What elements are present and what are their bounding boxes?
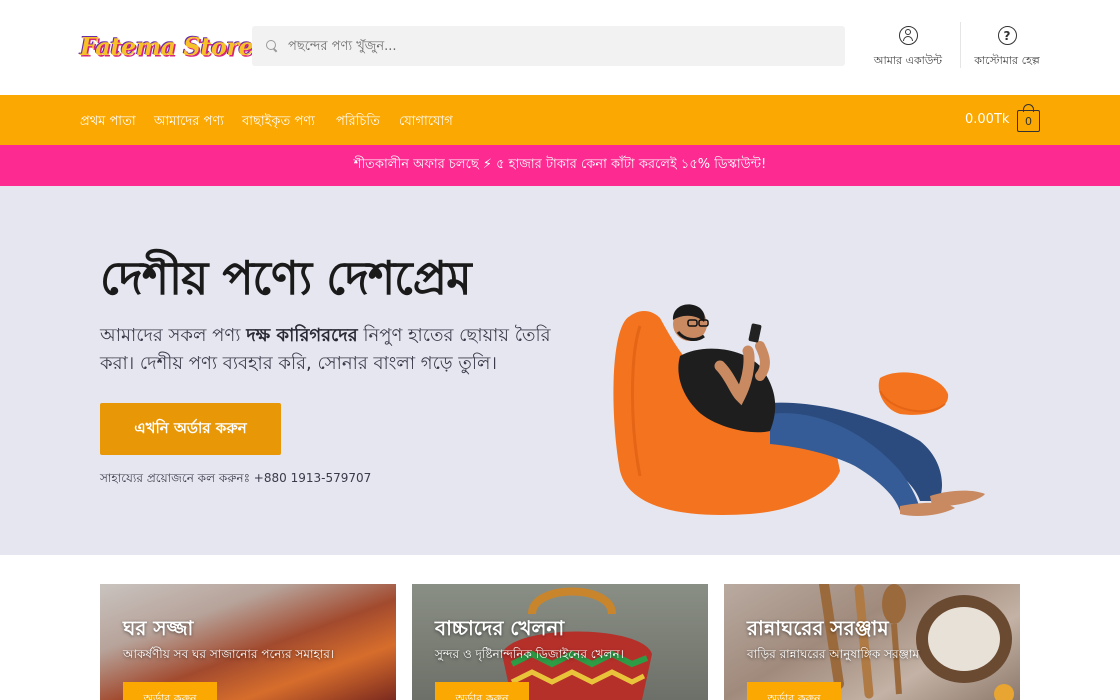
cart-icon[interactable]: 0	[1017, 110, 1040, 132]
main-nav: প্রথম পাতা আমাদের পণ্য বাছাইকৃত পণ্য পরি…	[0, 95, 1120, 145]
nav-item-about[interactable]: পরিচিতি	[336, 112, 380, 133]
hero-description: আমাদের সকল পণ্য দক্ষ কারিগরদের নিপুণ হাত…	[100, 325, 551, 374]
hero-title: দেশীয় পণ্যে দেশপ্রেম	[100, 251, 472, 305]
customer-help-link[interactable]: ? কাস্টোমার হেল্প	[968, 26, 1046, 71]
category-card-home-decor[interactable]: ঘর সজ্জা আকর্ষণীয় সব ঘর সাজানোর পন্যের …	[100, 584, 396, 700]
category-subtitle: বাড়ির রান্নাঘরের আনুষাঙ্গিক সরঞ্জাম	[747, 647, 920, 661]
nav-item-home[interactable]: প্রথম পাতা	[80, 112, 136, 133]
category-card-kitchen[interactable]: রান্নাঘরের সরঞ্জাম বাড়ির রান্নাঘরের আনু…	[724, 584, 1020, 700]
account-label: আমার একাউন্ট	[873, 54, 943, 67]
category-subtitle: সুন্দর ও দৃষ্টিনান্দনিক ডিজাইনের খেলন।	[435, 647, 624, 661]
cart-total[interactable]: 0.00Tk	[965, 112, 1009, 127]
nav-item-products[interactable]: আমাদের পণ্য	[154, 112, 224, 133]
promo-text: শীতকালীন অফার চলছে ⚡ ৫ হাজার টাকার কেনা …	[353, 157, 767, 172]
category-card-kids-toys[interactable]: বাচ্চাদের খেলনা সুন্দর ও দৃষ্টিনান্দনিক …	[412, 584, 708, 700]
store-logo[interactable]: Fatema Store	[80, 30, 254, 62]
site-header: Fatema Store আমার একাউন্ট ? কাস্টোমার হে…	[0, 0, 1120, 95]
category-title: বাচ্চাদের খেলনা	[435, 616, 565, 640]
category-title: রান্নাঘরের সরঞ্জাম	[747, 616, 889, 640]
order-now-button[interactable]: এখনি অর্ডার করুন	[100, 403, 281, 455]
header-divider	[960, 22, 961, 68]
account-link[interactable]: আমার একাউন্ট	[870, 26, 946, 71]
category-subtitle: আকর্ষণীয় সব ঘর সাজানোর পন্যের সমাহার।	[123, 647, 335, 661]
help-icon: ?	[997, 26, 1017, 45]
category-order-button[interactable]: অর্ডার করুন	[747, 682, 841, 700]
user-icon	[898, 26, 918, 45]
nav-item-featured[interactable]: বাছাইকৃত পণ্য	[242, 112, 315, 133]
hero-section: দেশীয় পণ্যে দেশপ্রেম আমাদের সকল পণ্য দক…	[0, 186, 1120, 555]
promo-banner: শীতকালীন অফার চলছে ⚡ ৫ হাজার টাকার কেনা …	[0, 145, 1120, 186]
search-icon	[266, 40, 278, 52]
category-title: ঘর সজ্জা	[123, 616, 194, 640]
help-label: কাস্টোমার হেল্প	[974, 54, 1040, 67]
category-order-button[interactable]: অর্ডার করুন	[123, 682, 217, 700]
category-order-button[interactable]: অর্ডার করুন	[435, 682, 529, 700]
hero-description-highlight: দক্ষ কারিগরদের	[246, 325, 358, 346]
nav-item-contact[interactable]: যোগাযোগ	[399, 112, 453, 133]
search-bar[interactable]	[252, 26, 845, 66]
hero-beanbag-image	[613, 304, 985, 516]
search-input[interactable]	[288, 38, 808, 54]
help-phone-line: সাহায্যের প্রয়োজনে কল করুনঃ +880 1913-5…	[100, 471, 372, 485]
